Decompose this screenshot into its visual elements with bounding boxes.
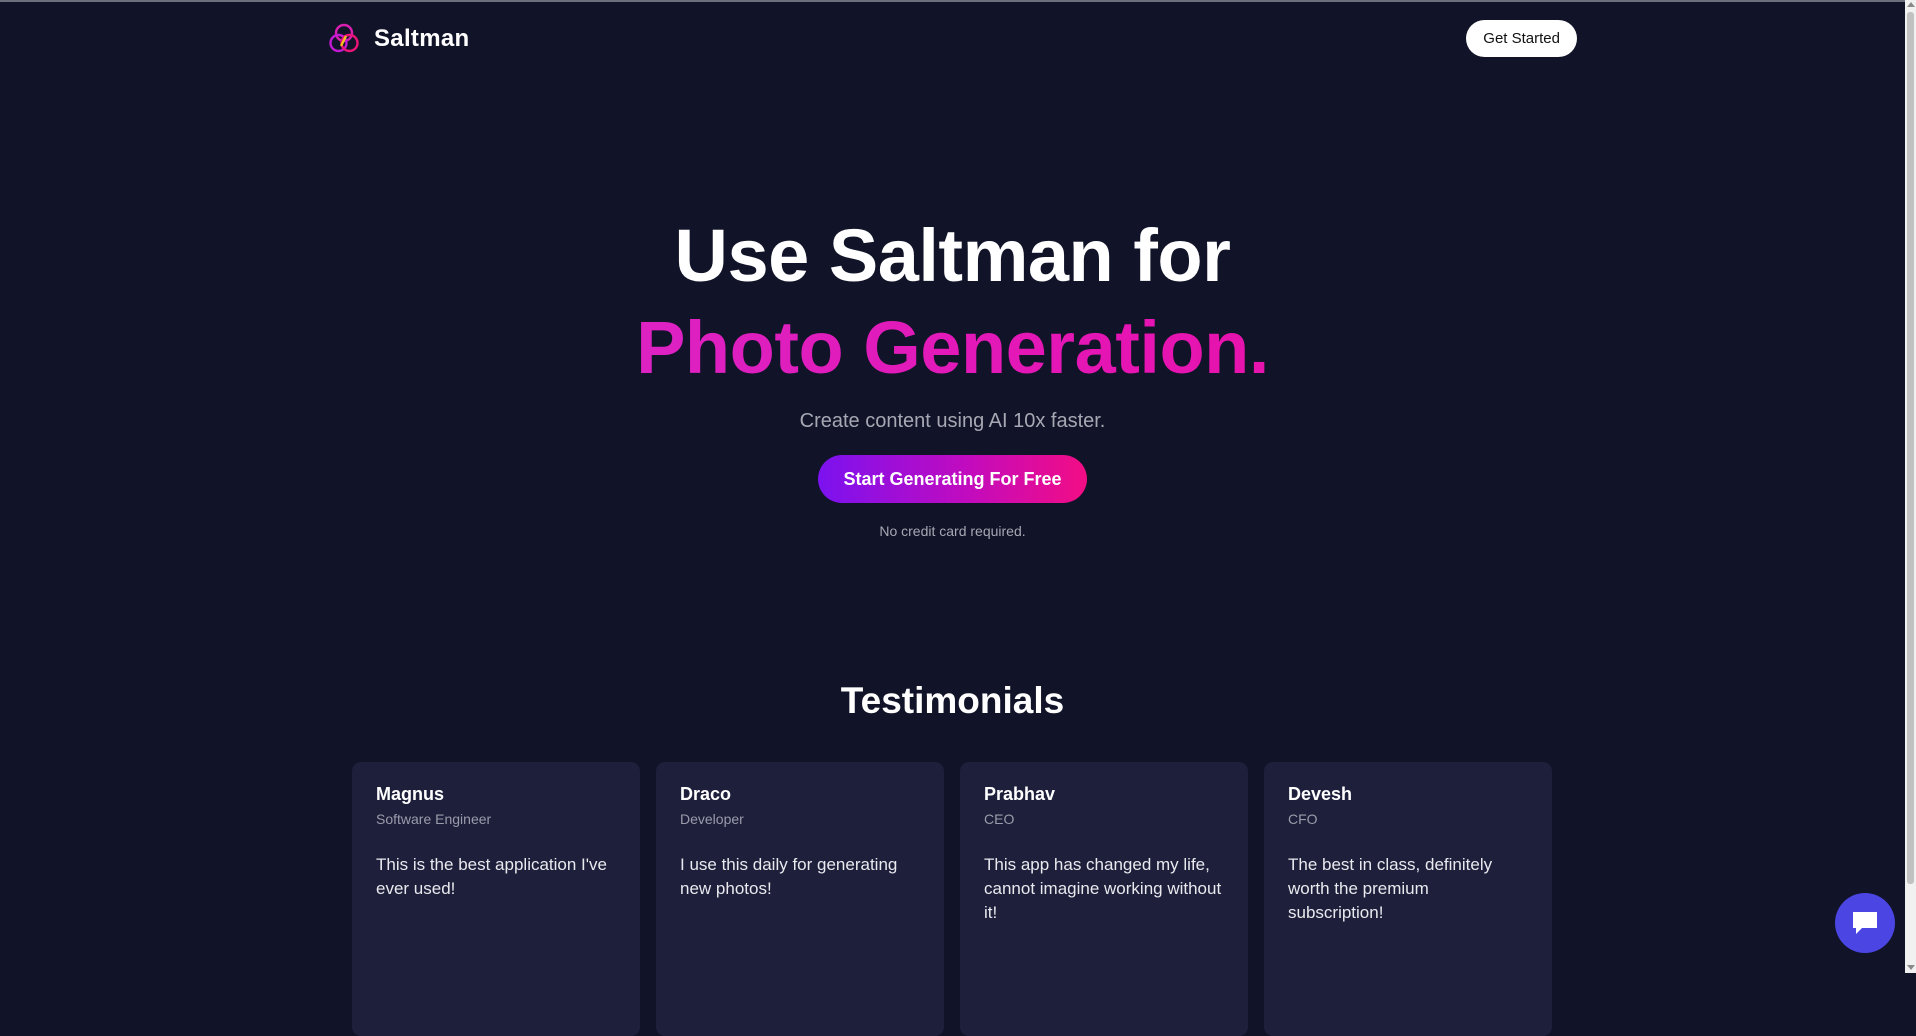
testimonial-role: CFO <box>1288 811 1318 827</box>
testimonial-role: Software Engineer <box>376 811 492 827</box>
scroll-up-arrow-icon[interactable] <box>1907 2 1915 7</box>
testimonial-card: Prabhav CEO This app has changed my life… <box>960 762 1248 1036</box>
brand-logo[interactable]: Saltman <box>327 22 469 56</box>
testimonial-name: Devesh <box>1288 784 1353 804</box>
testimonial-name: Prabhav <box>984 784 1056 804</box>
scrollbar-thumb[interactable] <box>1907 12 1914 884</box>
hero-section: Use Saltman for Photo Generation. Create… <box>0 210 1905 539</box>
testimonial-card: Draco Developer I use this daily for gen… <box>656 762 944 1036</box>
hero-title-line2: Photo Generation. <box>0 302 1905 394</box>
testimonials-heading: Testimonials <box>840 680 1065 721</box>
site-header: Saltman Get Started <box>327 18 1577 60</box>
chat-bubble-icon <box>1853 912 1877 934</box>
page-scrollbar[interactable] <box>1905 0 1916 973</box>
testimonials-list: Magnus Software Engineer This is the bes… <box>352 762 1552 1036</box>
testimonial-text: This is the best application I've ever u… <box>376 855 607 898</box>
testimonial-name: Magnus <box>376 784 445 804</box>
scroll-down-arrow-icon[interactable] <box>1907 965 1915 970</box>
no-credit-card-note: No credit card required. <box>879 523 1026 539</box>
testimonial-text: This app has changed my life, cannot ima… <box>984 855 1222 922</box>
testimonial-role: CEO <box>984 811 1015 827</box>
get-started-button[interactable]: Get Started <box>1466 20 1577 57</box>
hero-subtitle: Create content using AI 10x faster. <box>799 410 1106 432</box>
window-top-border <box>0 0 1916 2</box>
three-circles-logo-icon <box>329 23 359 53</box>
hero-title-line1: Use Saltman for <box>674 214 1231 297</box>
testimonial-role: Developer <box>680 811 744 827</box>
brand-name: Saltman <box>374 25 470 52</box>
testimonial-card: Devesh CFO The best in class, definitely… <box>1264 762 1552 1036</box>
chat-button[interactable] <box>1835 893 1895 953</box>
testimonial-card: Magnus Software Engineer This is the bes… <box>352 762 640 1036</box>
start-generating-button[interactable]: Start Generating For Free <box>818 455 1087 503</box>
testimonial-text: The best in class, definitely worth the … <box>1288 855 1493 922</box>
testimonial-text: I use this daily for generating new phot… <box>680 855 898 898</box>
testimonial-name: Draco <box>680 784 732 804</box>
